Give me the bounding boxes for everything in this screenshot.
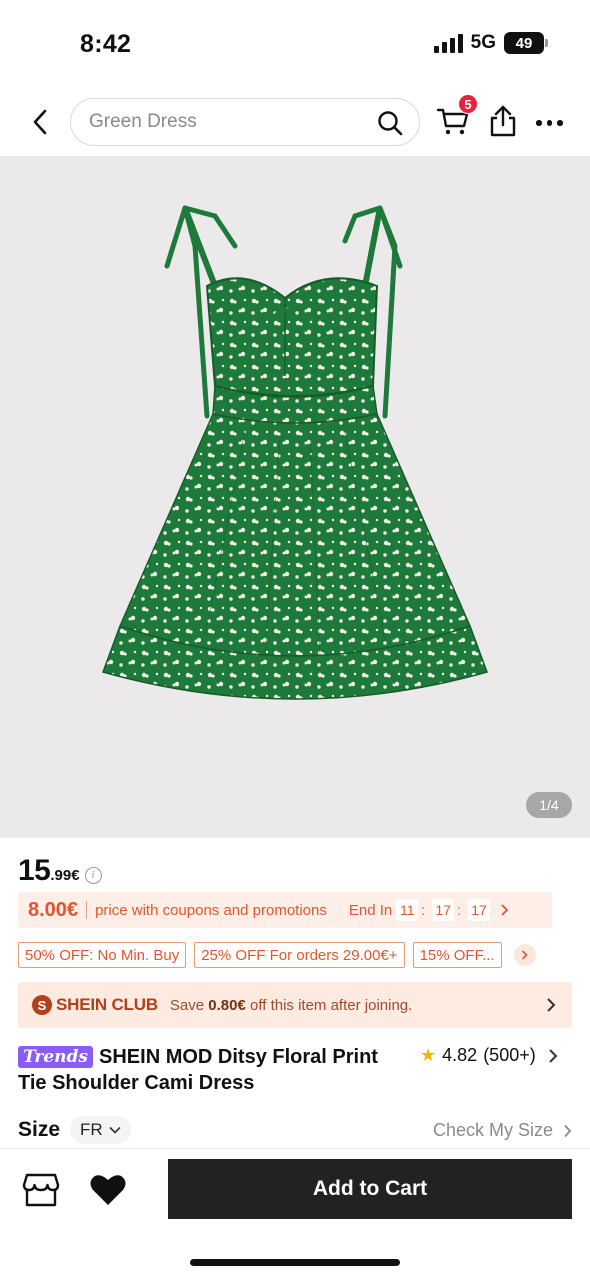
club-logo-icon: S: [32, 995, 52, 1015]
home-indicator[interactable]: [190, 1259, 400, 1266]
svg-text:S: S: [38, 998, 47, 1013]
share-icon[interactable]: [488, 104, 518, 138]
product-image-gallery[interactable]: 1/4: [0, 156, 590, 838]
club-savings-text: Save 0.80€ off this item after joining.: [170, 997, 412, 1014]
countdown-hours: 11: [396, 899, 419, 921]
promo-tag[interactable]: 25% OFF For orders 29.00€+: [194, 942, 405, 968]
club-text-suffix: off this item after joining.: [250, 996, 413, 1014]
heart-icon[interactable]: [89, 1173, 127, 1207]
promotion-tags: 50% OFF: No Min. Buy 25% OFF For orders …: [18, 942, 578, 968]
price-row: 15 .99€ i: [18, 854, 102, 888]
bottom-action-bar: Add to Cart: [0, 1148, 590, 1278]
search-input[interactable]: [89, 111, 369, 133]
price-integer: 15: [18, 854, 51, 887]
size-label: Size: [18, 1118, 61, 1141]
chevron-right-icon: [547, 998, 556, 1012]
network-label: 5G: [470, 32, 496, 53]
signal-icon: [433, 33, 463, 53]
store-icon[interactable]: [22, 1171, 60, 1209]
chevron-down-icon: [109, 1126, 121, 1134]
check-size-label: Check My Size: [432, 1120, 553, 1140]
battery-icon: 49: [504, 32, 548, 54]
product-rating[interactable]: ★ 4.82 (500+): [420, 1045, 558, 1066]
chevron-right-icon: [564, 1124, 572, 1137]
chevron-right-icon: [501, 904, 509, 916]
promo-tag[interactable]: 15% OFF...: [412, 942, 502, 968]
trends-badge: Trends: [18, 1046, 94, 1068]
back-chevron-icon: [33, 109, 47, 135]
search-icon[interactable]: [377, 110, 403, 136]
rating-value: 4.82: [442, 1045, 478, 1065]
coupon-divider: [86, 901, 88, 919]
club-savings-amount: 0.80€: [208, 996, 246, 1014]
status-time: 8:42: [80, 30, 132, 58]
image-counter: 1/4: [526, 792, 572, 818]
coupon-text: price with coupons and promotions: [95, 901, 327, 919]
coupon-price-bar[interactable]: 8.00€ price with coupons and promotions …: [18, 892, 552, 928]
star-icon: ★: [420, 1045, 437, 1065]
countdown-separator: :: [421, 902, 426, 918]
coupon-price: 8.00€: [28, 898, 79, 921]
countdown-separator: :: [457, 902, 462, 918]
size-region-value: FR: [80, 1120, 103, 1139]
promo-tag[interactable]: 50% OFF: No Min. Buy: [18, 942, 187, 968]
chevron-right-icon: [522, 950, 528, 960]
battery-level: 49: [515, 34, 533, 52]
size-row: Size FR Check My Size: [18, 1116, 572, 1146]
size-region-select[interactable]: FR: [70, 1116, 131, 1144]
chevron-right-icon: [549, 1048, 558, 1063]
top-navigation: 5: [0, 92, 590, 152]
countdown-seconds: 17: [468, 899, 491, 921]
status-indicators: 5G 49: [433, 32, 548, 54]
shein-club-banner[interactable]: S SHEIN CLUB Save 0.80€ off this item af…: [18, 982, 572, 1028]
review-count: (500+): [483, 1045, 536, 1065]
status-bar: 8:42 5G 49: [0, 0, 590, 86]
countdown-label: End In: [348, 901, 393, 919]
cart-count-badge: 5: [458, 94, 478, 114]
check-my-size-link[interactable]: Check My Size: [433, 1120, 572, 1141]
promo-more-button[interactable]: [513, 944, 536, 966]
back-button[interactable]: [22, 102, 58, 142]
countdown-minutes: 17: [432, 899, 455, 921]
search-bar[interactable]: [70, 98, 420, 146]
add-to-cart-button[interactable]: Add to Cart: [168, 1159, 572, 1219]
club-text-prefix: Save: [169, 996, 205, 1014]
product-dress-image: [102, 205, 488, 700]
product-title: Trends SHEIN MOD Ditsy Floral Print Tie S…: [18, 1044, 408, 1096]
more-icon[interactable]: [536, 116, 568, 130]
info-icon[interactable]: i: [84, 866, 102, 884]
price-decimal: .99€: [50, 867, 80, 884]
club-name: SHEIN CLUB: [56, 995, 158, 1014]
